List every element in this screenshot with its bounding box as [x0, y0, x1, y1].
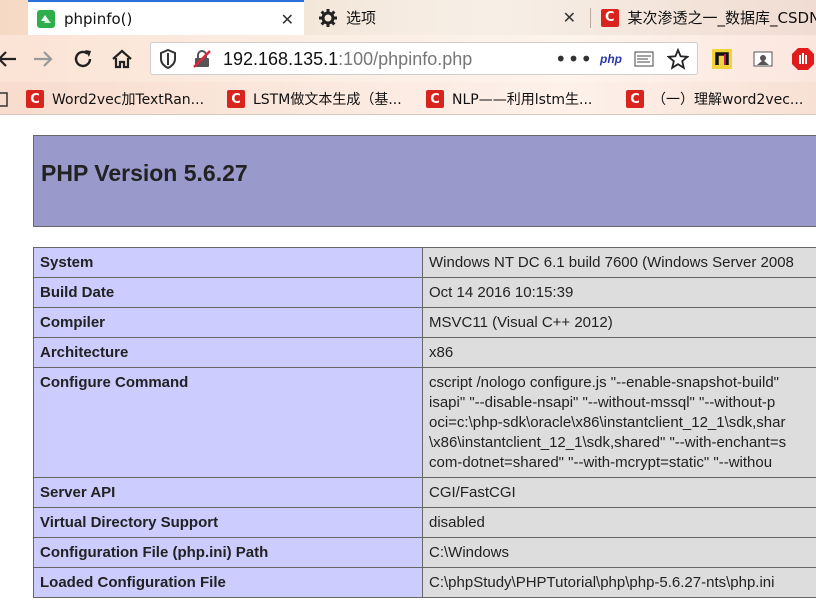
- navigation-toolbar: 192.168.135.1:100/phpinfo.php ••• php: [0, 35, 816, 82]
- bookmark-label: Word2vec加TextRan...: [52, 92, 205, 108]
- row-value-line: isapi" "--disable-nsapi" "--without-mssq…: [429, 394, 776, 411]
- bookmark-label: NLP——利用lstm生...: [452, 92, 593, 108]
- tab-separator: [590, 8, 591, 28]
- row-value: C:\phpStudy\PHPTutorial\php\php-5.6.27-n…: [422, 567, 816, 598]
- table-row: Architecture x86: [33, 337, 816, 368]
- row-value-line: CGI/FastCGI: [429, 484, 516, 501]
- gear-icon: [318, 8, 338, 28]
- bookmark-label: LSTM做文本生成（基...: [253, 92, 402, 108]
- row-key: Loaded Configuration File: [33, 567, 423, 598]
- more-icon[interactable]: •••: [555, 47, 592, 71]
- tab-label: 某次渗透之一_数据库_CSDN: [627, 9, 816, 27]
- row-value-line: oci=c:\php-sdk\oracle\x86\instantclient_…: [429, 414, 786, 431]
- row-key: Configuration File (php.ini) Path: [33, 537, 423, 568]
- url-text[interactable]: 192.168.135.1:100/phpinfo.php: [223, 49, 472, 70]
- row-value: C:\Windows: [422, 537, 816, 568]
- hackbar-icon[interactable]: [633, 48, 655, 70]
- row-key: Architecture: [33, 337, 423, 368]
- bookmark-item[interactable]: C Word2vec加TextRan...: [26, 88, 204, 110]
- row-value-line: com-dotnet=shared" "--with-mcrypt=static…: [429, 454, 773, 471]
- forward-icon[interactable]: [30, 46, 56, 72]
- php-version-header: PHP Version 5.6.27: [33, 135, 816, 227]
- page-title: PHP Version 5.6.27: [41, 160, 248, 186]
- row-value: MSVC11 (Visual C++ 2012): [422, 307, 816, 338]
- row-value-line: disabled: [429, 514, 485, 531]
- csdn-icon: C: [600, 8, 620, 28]
- tab-label: phpinfo(): [64, 9, 133, 28]
- table-row: Loaded Configuration File C:\phpStudy\PHP…: [33, 567, 816, 598]
- url-host: 192.168.135.1: [223, 49, 339, 69]
- row-value-line: x86: [429, 344, 454, 361]
- bookmark-item[interactable]: C LSTM做文本生成（基...: [227, 88, 402, 110]
- shield-icon[interactable]: [157, 48, 179, 70]
- extension-tool-icon[interactable]: [750, 46, 776, 72]
- csdn-icon: C: [26, 90, 44, 108]
- reload-icon[interactable]: [70, 46, 96, 72]
- csdn-icon: C: [626, 90, 644, 108]
- table-row: Virtual Directory Support disabled: [33, 507, 816, 538]
- row-value-line: C:\Windows: [429, 544, 510, 561]
- phpinfo-table: System Windows NT DC 6.1 build 7600 (Wind…: [33, 247, 816, 598]
- table-row: Build Date Oct 14 2016 10:15:39: [33, 277, 816, 308]
- close-icon[interactable]: ✕: [563, 8, 576, 27]
- row-value-line: cscript /nologo configure.js "--enable-s…: [429, 374, 780, 391]
- table-row: Compiler MSVC11 (Visual C++ 2012): [33, 307, 816, 338]
- address-bar[interactable]: 192.168.135.1:100/phpinfo.php ••• php: [150, 42, 698, 75]
- row-key: System: [33, 247, 423, 278]
- row-key: Build Date: [33, 277, 423, 308]
- insecure-lock-icon[interactable]: [191, 48, 213, 70]
- row-key: Server API: [33, 477, 423, 508]
- row-value-line: Oct 14 2016 10:15:39: [429, 284, 574, 301]
- extension-n-icon[interactable]: [709, 46, 735, 72]
- close-icon[interactable]: ✕: [281, 10, 294, 29]
- row-value-line: Windows NT DC 6.1 build 7600 (Windows Se…: [429, 254, 794, 271]
- tab-csdn[interactable]: C 某次渗透之一_数据库_CSDN: [592, 0, 816, 35]
- row-value: Oct 14 2016 10:15:39: [422, 277, 816, 308]
- bookmark-label: （一）理解word2vec...: [652, 92, 804, 108]
- row-value-line: MSVC11 (Visual C++ 2012): [429, 314, 613, 331]
- back-icon[interactable]: [0, 46, 20, 72]
- tab-options[interactable]: 选项 ✕: [310, 0, 586, 35]
- table-row: Configuration File (php.ini) Path C:\Wind…: [33, 537, 816, 568]
- page-icon: [36, 9, 56, 29]
- php-extension-icon[interactable]: php: [597, 48, 625, 70]
- home-icon[interactable]: [109, 46, 135, 72]
- bookmark-item[interactable]: C （一）理解word2vec...: [626, 88, 803, 110]
- table-row: Server API CGI/FastCGI: [33, 477, 816, 508]
- row-key: Virtual Directory Support: [33, 507, 423, 538]
- row-value: CGI/FastCGI: [422, 477, 816, 508]
- row-value-line: C:\phpStudy\PHPTutorial\php\php-5.6.27-n…: [429, 574, 775, 591]
- star-icon[interactable]: [667, 48, 689, 70]
- table-row: Configure Command cscript /nologo configu…: [33, 367, 816, 478]
- bookmark-folder-icon[interactable]: [0, 88, 8, 110]
- page-content: PHP Version 5.6.27 System Windows NT DC 6…: [0, 116, 816, 610]
- row-value-line: \x86\instantclient_12_1\sdk,shared" "--w…: [429, 434, 787, 451]
- row-key: Configure Command: [33, 367, 423, 478]
- adblock-icon[interactable]: [790, 46, 816, 72]
- row-value: cscript /nologo configure.js "--enable-s…: [422, 367, 816, 478]
- bookmark-item[interactable]: C NLP——利用lstm生...: [426, 88, 592, 110]
- url-path: :100/phpinfo.php: [338, 49, 473, 69]
- row-value: Windows NT DC 6.1 build 7600 (Windows Se…: [422, 247, 816, 278]
- tab-bar: phpinfo() ✕ 选项 ✕ C 某次渗透之一_数据库_CSDN: [0, 0, 816, 35]
- row-key: Compiler: [33, 307, 423, 338]
- bookmarks-toolbar: C Word2vec加TextRan... C LSTM做文本生成（基... C…: [0, 82, 816, 115]
- row-value: disabled: [422, 507, 816, 538]
- tab-phpinfo[interactable]: phpinfo() ✕: [28, 0, 304, 35]
- row-value: x86: [422, 337, 816, 368]
- table-row: System Windows NT DC 6.1 build 7600 (Wind…: [33, 247, 816, 278]
- tab-label: 选项: [346, 9, 377, 27]
- csdn-icon: C: [426, 90, 444, 108]
- csdn-icon: C: [227, 90, 245, 108]
